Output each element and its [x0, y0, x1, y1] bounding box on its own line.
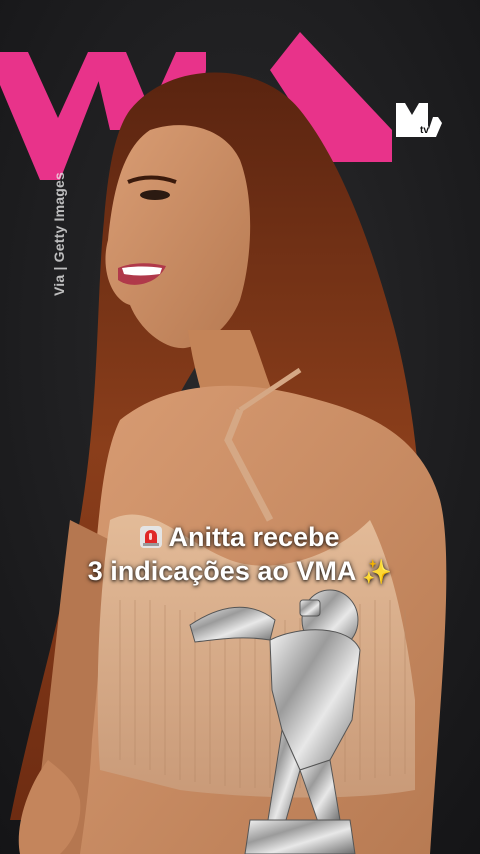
mtv-logo: tv: [396, 103, 442, 137]
siren-icon: [140, 526, 163, 548]
caption-line-2: 3 indicações ao VMA ✨: [0, 554, 480, 590]
caption-text-1: Anitta recebe: [168, 522, 340, 552]
caption-line-1: Anitta recebe: [0, 520, 480, 554]
sparkles-icon: ✨: [362, 559, 393, 586]
svg-text:tv: tv: [420, 125, 429, 136]
caption-text-2: 3 indicações ao VMA: [87, 556, 357, 586]
post-image: Via | Getty Images tv Anitta recebe 3 in…: [0, 0, 480, 854]
headline-caption: Anitta recebe 3 indicações ao VMA ✨: [0, 520, 480, 590]
photo-credit: Via | Getty Images: [51, 172, 67, 296]
